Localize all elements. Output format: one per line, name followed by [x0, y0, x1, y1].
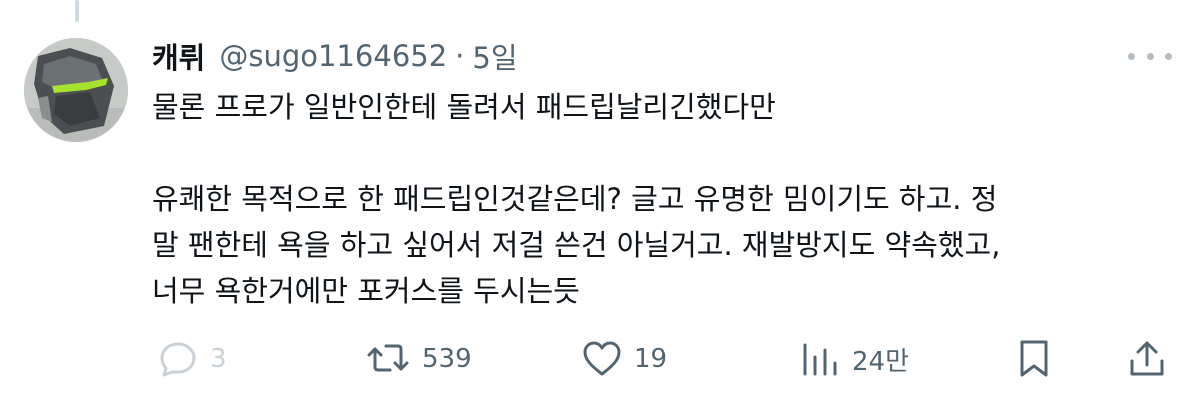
like-count: 19: [634, 344, 668, 374]
tweet-text-line: 물론 프로가 일반인한테 돌려서 패드립날리긴했다만: [152, 90, 776, 124]
user-handle[interactable]: @sugo1164652: [219, 39, 447, 73]
like-button[interactable]: 19: [582, 334, 667, 384]
views-count: 24만: [852, 346, 910, 377]
thread-connector-line: [75, 0, 79, 22]
reply-icon: [160, 342, 196, 377]
bookmark-button[interactable]: [1016, 334, 1052, 384]
reply-count: 3: [210, 344, 227, 374]
tweet-text-paragraph: 유쾌한 목적으로 한 패드립인것같은데? 글고 유명한 밈이기도 하고. 정 말…: [152, 182, 1001, 308]
retweet-button[interactable]: 539: [366, 334, 472, 384]
robot-helmet-avatar-icon: [24, 38, 128, 142]
reply-button[interactable]: 3: [158, 334, 227, 384]
share-button[interactable]: [1128, 334, 1166, 384]
display-name[interactable]: 캐뤼: [152, 35, 205, 77]
retweet-count: 539: [422, 344, 472, 374]
tweet-actions-bar: 3 539 19 24만: [152, 334, 1172, 384]
views-button[interactable]: 24만: [800, 334, 909, 384]
heart-icon: [583, 341, 621, 376]
avatar[interactable]: [24, 38, 128, 142]
more-options-button[interactable]: [1128, 46, 1172, 66]
post-time[interactable]: 5일: [472, 35, 517, 77]
views-icon: [803, 343, 837, 376]
retweet-icon: [367, 344, 409, 372]
tweet-header: 캐뤼 @sugo1164652 · 5일: [152, 36, 518, 76]
header-separator: ·: [455, 39, 465, 73]
more-horizontal-icon: [1128, 52, 1135, 60]
share-icon: [1130, 341, 1164, 376]
tweet-text: 물론 프로가 일반인한테 돌려서 패드립날리긴했다만 유쾌한 목적으로 한 패드…: [152, 84, 1162, 314]
bookmark-icon: [1020, 340, 1048, 377]
